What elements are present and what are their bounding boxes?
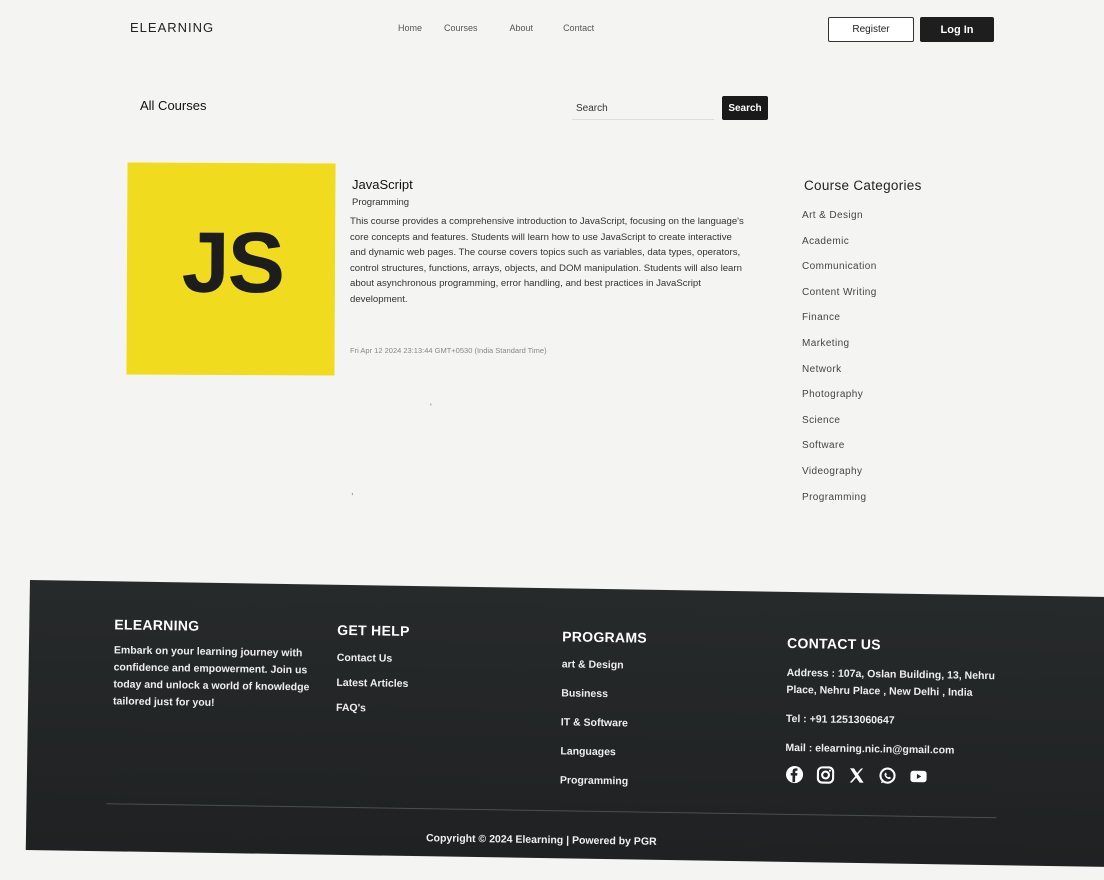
category-item[interactable]: Art & Design [802,210,877,236]
category-item[interactable]: Photography [802,389,877,415]
category-item[interactable]: Marketing [802,338,877,364]
course-description: This course provides a comprehensive int… [350,216,744,305]
brand-logo[interactable]: ELEARNING [130,20,214,35]
course-date: Fri Apr 12 2024 23:13:44 GMT+0530 (India… [350,346,547,355]
footer-link-faq[interactable]: FAQ's [336,702,516,717]
stray-mark: , [351,486,354,496]
nav-courses[interactable]: Courses [444,23,478,33]
categories-list: Art & Design Academic Communication Cont… [802,210,877,517]
footer-help-column: GET HELP Contact Us Latest Articles FAQ'… [336,622,518,730]
category-item[interactable]: Academic [802,236,877,262]
category-item[interactable]: Videography [802,466,877,492]
copyright-text: Copyright © 2024 Elearning | Powered by … [425,832,657,848]
stray-mark: ' [430,402,432,412]
category-item[interactable]: Software [802,440,877,466]
category-item[interactable]: Programming [802,492,877,518]
footer-tagline: Embark on your learning journey with con… [113,644,310,709]
categories-title: Course Categories [804,178,922,193]
facebook-icon[interactable] [785,765,804,784]
footer-link-contact[interactable]: Contact Us [337,652,517,667]
footer-divider [106,803,997,819]
footer-programs-column: PROGRAMS art & Design Business IT & Soft… [560,628,743,806]
footer-address: Address : 107a, Oslan Building, 13, Nehr… [786,666,996,699]
footer-programs-heading: PROGRAMS [562,628,648,646]
course-title[interactable]: JavaScript [352,177,413,192]
footer-program-link[interactable]: Programming [560,774,740,789]
footer-email[interactable]: Mail : elearning.nic.in@gmail.com [785,740,1000,760]
footer-brand: ELEARNING [114,616,200,634]
course-thumbnail[interactable]: JS [126,162,336,376]
category-item[interactable]: Science [802,415,877,441]
category-item[interactable]: Communication [802,261,877,287]
page: ELEARNING Home Courses About Contact Reg… [0,0,1104,880]
footer-link-articles[interactable]: Latest Articles [336,677,516,692]
footer-help-heading: GET HELP [337,621,410,639]
nav-home[interactable]: Home [398,23,422,33]
course-category: Programming [352,197,410,208]
category-item[interactable]: Finance [802,312,877,338]
footer-program-link[interactable]: art & Design [562,658,742,673]
instagram-icon[interactable] [816,765,835,784]
whatsapp-icon[interactable] [878,766,897,785]
x-icon[interactable] [847,766,866,785]
category-item[interactable]: Network [802,364,877,390]
register-button[interactable]: Register [828,17,914,42]
nav-contact[interactable]: Contact [563,23,594,33]
nav-about[interactable]: About [510,23,534,33]
search-button[interactable]: Search [722,96,768,120]
footer-program-link[interactable]: Business [561,687,741,702]
footer-program-link[interactable]: Languages [560,745,740,760]
footer-contact-heading: CONTACT US [786,634,881,653]
search-input[interactable] [572,98,714,120]
footer: ELEARNING Embark on your learning journe… [25,580,1104,867]
js-logo-text: JS [181,214,284,312]
social-links [785,765,1000,787]
footer-program-link[interactable]: IT & Software [561,716,741,731]
footer-phone: Tel : +91 12513060647 [785,712,895,727]
page-title: All Courses [140,98,207,113]
category-item[interactable]: Content Writing [802,287,877,313]
footer-contact-column: CONTACT US Address : 107a, Oslan Buildin… [785,635,1002,787]
footer-brand-column: ELEARNING Embark on your learning journe… [113,616,319,713]
login-button[interactable]: Log In [920,17,994,42]
youtube-icon[interactable] [909,767,928,786]
main-nav: Home Courses About Contact [398,23,594,33]
